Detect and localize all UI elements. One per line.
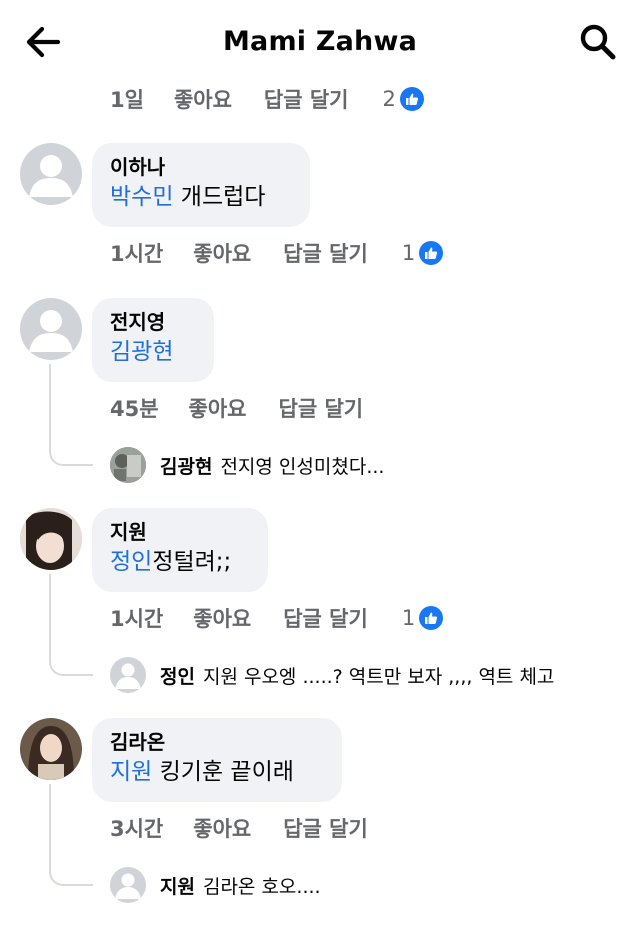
reaction-count: 1: [401, 241, 416, 265]
tagged-user-link[interactable]: 지원: [110, 759, 152, 785]
comment-text: 김광현: [110, 336, 196, 368]
reply-thread-line: [49, 364, 93, 466]
reply-text: 전지영 인성미쳤다...: [220, 455, 385, 478]
comment-text: 지원 킹기훈 끝이래: [110, 756, 324, 788]
comment-bubble: 전지영 김광현: [92, 298, 214, 382]
reply-text: 김라온 호오....: [202, 875, 321, 898]
comment-time: 1일: [110, 88, 144, 112]
avatar[interactable]: [20, 298, 82, 360]
reply-author: 정인: [160, 665, 195, 688]
comment-meta-previous: 1일 좋아요 답글 달기 2: [110, 84, 424, 114]
reply-button[interactable]: 답글 달기: [264, 84, 349, 114]
comment-text: 박수민 개드럽다: [110, 181, 292, 213]
reply-button[interactable]: 답글 달기: [283, 813, 368, 843]
comment-author[interactable]: 지원: [110, 518, 250, 546]
reply-thread-line: [49, 784, 93, 886]
reaction-count: 2: [382, 87, 396, 111]
reply-avatar: [110, 867, 146, 903]
avatar[interactable]: [20, 718, 82, 780]
like-button[interactable]: 좋아요: [193, 238, 251, 268]
comment-text: 정인정털려;;: [110, 546, 250, 578]
reply-author: 지원: [160, 875, 195, 898]
top-bar: Mami Zahwa: [0, 0, 640, 84]
page-title: Mami Zahwa: [222, 26, 418, 57]
reply-button[interactable]: 답글 달기: [283, 603, 368, 633]
reply-preview[interactable]: 지원 김라온 호오....: [110, 867, 321, 903]
comment-bubble: 이하나 박수민 개드럽다: [92, 143, 310, 227]
like-button[interactable]: 좋아요: [193, 603, 251, 633]
comment-time: 1시간: [110, 607, 164, 631]
like-button[interactable]: 좋아요: [174, 84, 232, 114]
tagged-user-link[interactable]: 김광현: [110, 339, 173, 365]
like-reaction-icon: [399, 87, 424, 111]
comment-body-text: 킹기훈 끝이래: [152, 759, 294, 785]
like-button[interactable]: 좋아요: [189, 393, 247, 423]
comment-time: 45분: [110, 397, 159, 421]
comment-meta: 1시간 좋아요 답글 달기 1: [110, 238, 444, 268]
like-reaction-icon: [419, 606, 444, 630]
comment-time: 1시간: [110, 242, 164, 266]
reaction-count: 1: [401, 606, 416, 630]
comment-body-text: 개드럽다: [173, 184, 266, 210]
comment-author[interactable]: 이하나: [110, 153, 292, 181]
reply-preview[interactable]: 김광현 전지영 인성미쳤다...: [110, 447, 384, 483]
like-reaction-icon: [419, 241, 444, 265]
search-button[interactable]: [578, 22, 618, 62]
avatar[interactable]: [20, 143, 82, 205]
reply-preview[interactable]: 정인 지원 우오엥 .....? 역트만 보자 ,,,, 역트 체고: [110, 657, 554, 693]
comment-meta: 1시간 좋아요 답글 달기 1: [110, 603, 444, 633]
comment-bubble: 김라온 지원 킹기훈 끝이래: [92, 718, 342, 802]
tagged-user-link[interactable]: 정인: [110, 549, 152, 575]
reply-button[interactable]: 답글 달기: [283, 238, 368, 268]
comment-author[interactable]: 전지영: [110, 308, 196, 336]
reply-author: 김광현: [160, 455, 213, 478]
avatar[interactable]: [20, 508, 82, 570]
like-button[interactable]: 좋아요: [193, 813, 251, 843]
comment-author[interactable]: 김라온: [110, 728, 324, 756]
reply-thread-line: [49, 574, 93, 676]
tagged-user-link[interactable]: 박수민: [110, 184, 173, 210]
reply-text: 지원 우오엥 .....? 역트만 보자 ,,,, 역트 체고: [202, 665, 555, 688]
comment-meta: 45분 좋아요 답글 달기: [110, 393, 397, 423]
search-icon: [580, 24, 616, 60]
reply-avatar: [110, 657, 146, 693]
reply-avatar: [110, 447, 146, 483]
comment-meta: 3시간 좋아요 답글 달기: [110, 813, 402, 843]
reply-button[interactable]: 답글 달기: [279, 393, 364, 423]
comment-bubble: 지원 정인정털려;;: [92, 508, 268, 592]
comment-body-text: 정털려;;: [152, 549, 232, 575]
comment-time: 3시간: [110, 817, 164, 841]
